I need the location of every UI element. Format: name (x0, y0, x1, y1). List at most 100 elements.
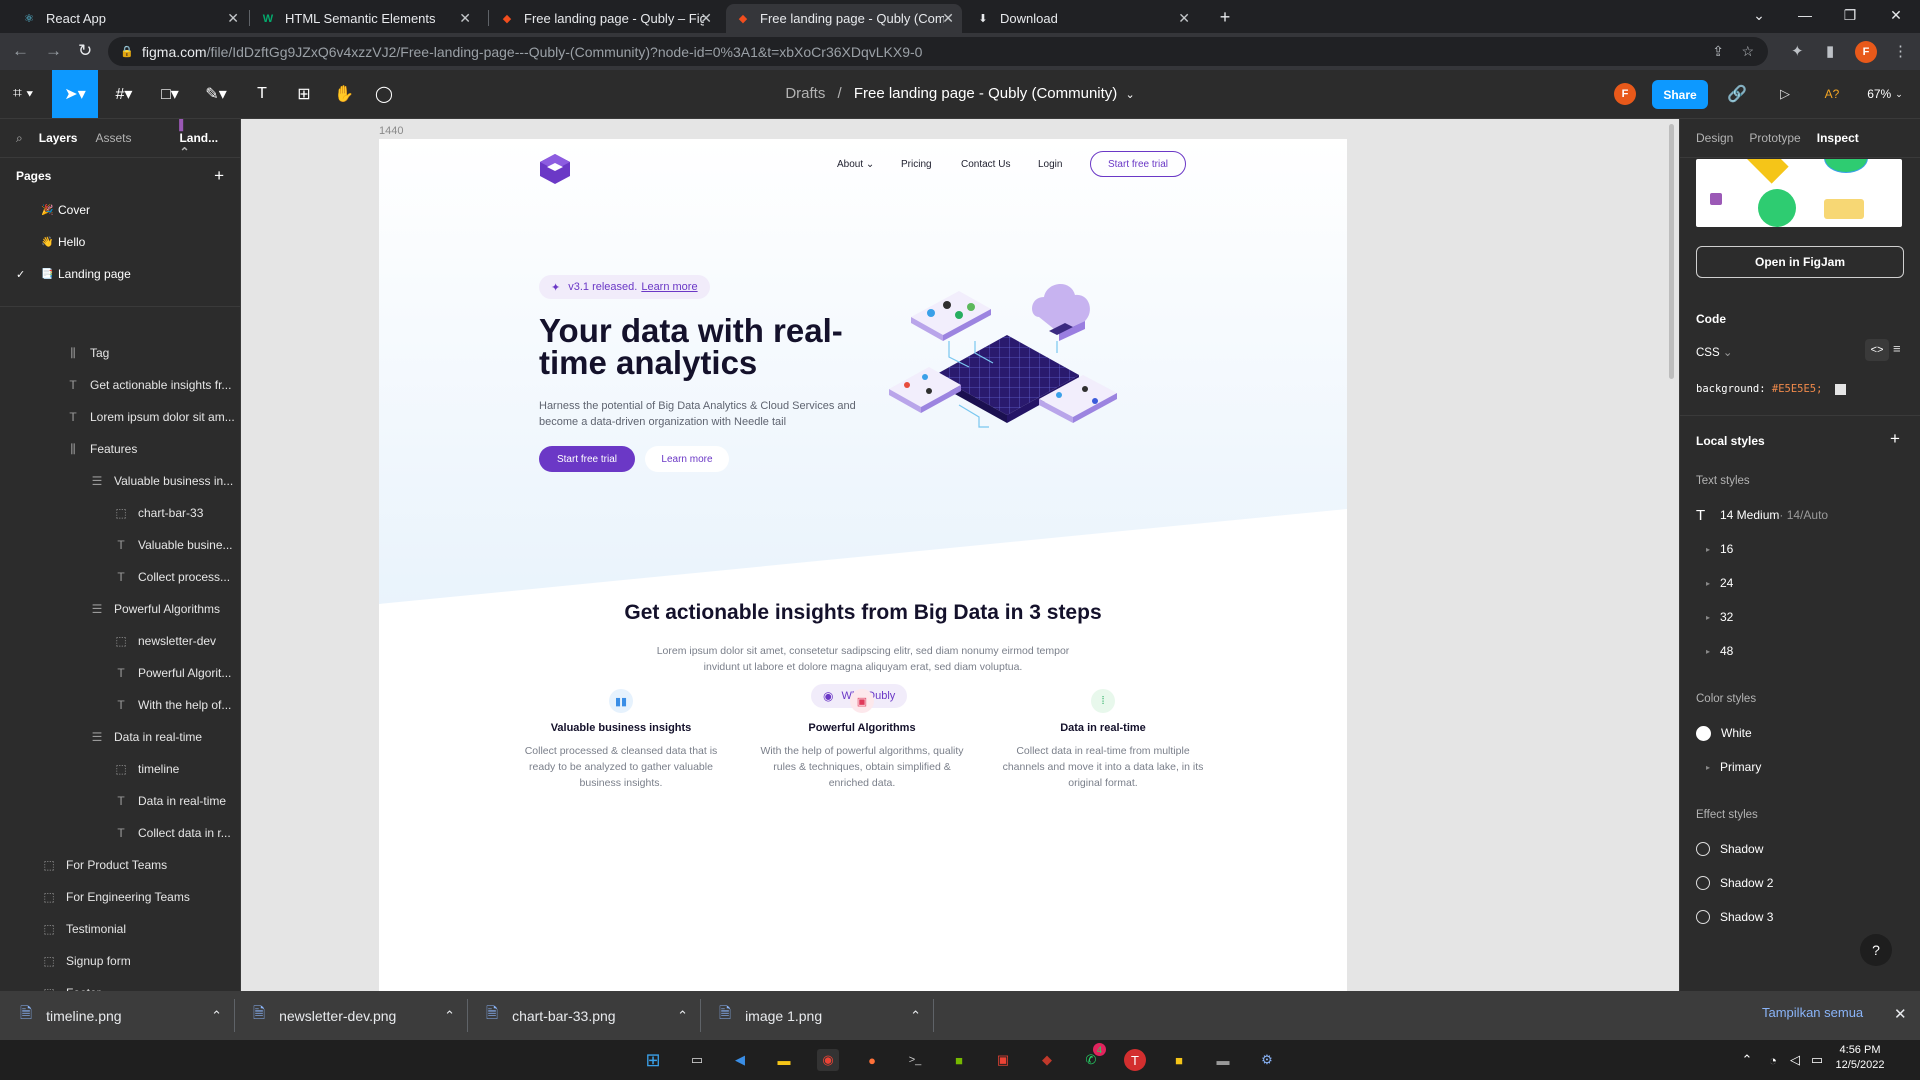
window-close-button[interactable]: ✕ (1874, 0, 1918, 30)
layer-row[interactable]: T Valuable busine... (114, 529, 232, 561)
zoom-menu[interactable]: 67% ⌄ (1860, 70, 1910, 118)
frame-label[interactable]: 1440 (379, 125, 403, 137)
open-in-figjam-button[interactable]: Open in FigJam (1696, 246, 1904, 278)
maximize-button[interactable]: ❐ (1828, 0, 1872, 30)
share-button[interactable]: Share (1652, 80, 1708, 109)
layer-row[interactable]: T With the help of... (114, 689, 231, 721)
nav-about[interactable]: About ⌄ (837, 159, 874, 170)
page-item[interactable]: 🎉 Cover (0, 194, 240, 226)
layer-row[interactable]: ⫼ Tag (66, 337, 109, 369)
layer-row[interactable]: ⫼ Features (66, 433, 137, 465)
url-bar[interactable]: 🔒 figma.com/file/IdDzftGg9JZxQ6v4xzzVJ2/… (108, 37, 1768, 66)
extensions-icon[interactable]: ✦ (1791, 42, 1804, 60)
effect-style-row[interactable]: Shadow (1696, 839, 1904, 859)
browser-tab[interactable]: W HTML Semantic Elements ✕ (251, 4, 479, 33)
layer-row[interactable]: ⬚ newsletter-dev (114, 625, 216, 657)
chevron-down-icon[interactable]: ⌄ (1125, 89, 1134, 101)
search-icon[interactable]: ⌕ (16, 131, 23, 146)
layer-row[interactable]: ⬚ timeline (114, 753, 179, 785)
close-icon[interactable]: ✕ (1178, 10, 1190, 27)
layer-row[interactable]: ⬚ For Engineering Teams (42, 881, 190, 913)
reload-icon[interactable]: ↻ (78, 41, 92, 61)
text-style-group[interactable]: ▸ 24 (1696, 573, 1904, 593)
color-style-primary[interactable]: ▸ Primary (1696, 757, 1904, 777)
tab-inspect[interactable]: Inspect (1817, 131, 1859, 145)
app-icon[interactable]: ◆ (1036, 1049, 1058, 1071)
layer-row[interactable]: ⬚ For Product Teams (42, 849, 167, 881)
chevron-up-icon[interactable]: ⌃ (677, 1008, 688, 1024)
chevron-up-icon[interactable]: ⌃ (910, 1008, 921, 1024)
code-lang-select[interactable]: CSS ⌄ (1696, 345, 1733, 359)
effect-style-row[interactable]: Shadow 2 (1696, 873, 1904, 893)
canvas-scrollbar[interactable] (1669, 124, 1674, 379)
text-style-group[interactable]: ▸ 16 (1696, 539, 1904, 559)
chevron-up-icon[interactable]: ⌃ (211, 1008, 222, 1024)
close-icon[interactable]: ✕ (459, 10, 471, 27)
task-view-icon[interactable]: ▭ (686, 1049, 708, 1071)
layer-row[interactable]: T Collect process... (114, 561, 230, 593)
close-icon[interactable]: ✕ (942, 10, 954, 27)
terminal-icon[interactable]: >_ (904, 1049, 926, 1071)
text-style-group[interactable]: ▸ 32 (1696, 607, 1904, 627)
tab-prototype[interactable]: Prototype (1749, 131, 1800, 145)
page-selector[interactable]: ▍ Land... ⌃ (163, 119, 240, 159)
minimize-button[interactable]: — (1783, 0, 1827, 30)
chrome-icon[interactable]: ◉ (817, 1049, 839, 1071)
file-title[interactable]: Free landing page - Qubly (Community) (854, 85, 1117, 102)
app-icon[interactable]: T (1124, 1049, 1146, 1071)
browser-tab[interactable]: ⬇ Download ✕ (966, 4, 1198, 33)
canvas[interactable]: 1440 About ⌄ Pricing Contact Us Login St… (241, 119, 1679, 991)
new-tab-button[interactable]: + (1203, 2, 1247, 32)
bookmark-star-icon[interactable]: ☆ (1741, 43, 1754, 60)
download-item[interactable]: 🗎 timeline.png ⌃ (12, 991, 232, 1040)
sticky-notes-icon[interactable]: ■ (1168, 1049, 1190, 1071)
present-icon[interactable]: ▷ (1768, 70, 1802, 118)
wifi-icon[interactable]: ◔ (1762, 1049, 1784, 1071)
browser-tab-active[interactable]: ◆ Free landing page - Qubly (Comm ✕ (726, 4, 962, 33)
effect-style-row[interactable]: Shadow 3 (1696, 907, 1904, 927)
hero-learn-more-button[interactable]: Learn more (645, 446, 729, 472)
tray-chevron-icon[interactable]: ⌃ (1736, 1049, 1758, 1071)
download-item[interactable]: 🗎 newsletter-dev.png ⌃ (245, 991, 465, 1040)
browser-tab[interactable]: ⚛ React App ✕ (12, 4, 247, 33)
app-icon[interactable]: ▬ (1212, 1049, 1234, 1071)
collaborator-avatar[interactable]: F (1614, 83, 1636, 105)
layer-row[interactable]: T Collect data in r... (114, 817, 230, 849)
hero-start-trial-button[interactable]: Start free trial (539, 446, 635, 472)
close-icon[interactable]: ✕ (700, 10, 712, 27)
code-view-icon[interactable]: <> (1865, 339, 1889, 361)
color-style-white[interactable]: White (1696, 723, 1904, 743)
layer-row[interactable]: ☰ Data in real-time (90, 721, 202, 753)
tab-search-icon[interactable]: ⌄ (1737, 0, 1781, 30)
whatsapp-icon[interactable]: ✆ 4 (1080, 1043, 1106, 1071)
forward-icon[interactable]: → (45, 41, 62, 61)
firefox-icon[interactable]: ● (861, 1049, 883, 1071)
download-item[interactable]: 🗎 image 1.png ⌃ (711, 991, 931, 1040)
list-view-icon[interactable]: ≡ (1893, 341, 1901, 356)
app-icon[interactable]: ▣ (992, 1049, 1014, 1071)
drafts-link[interactable]: Drafts (785, 85, 825, 102)
back-icon[interactable]: ← (12, 41, 29, 61)
chevron-up-icon[interactable]: ⌃ (444, 1008, 455, 1024)
tab-layers[interactable]: Layers (39, 131, 78, 145)
tab-design[interactable]: Design (1696, 131, 1733, 145)
page-item[interactable]: ✓ 📑 Landing page (0, 258, 240, 290)
layer-row[interactable]: T Data in real-time (114, 785, 226, 817)
share-page-icon[interactable]: ⇪ (1712, 43, 1724, 60)
nav-contact[interactable]: Contact Us (961, 159, 1010, 170)
layer-row[interactable]: ⬚Footer (42, 977, 100, 991)
file-explorer-icon[interactable]: ▬ (773, 1049, 795, 1071)
layer-row[interactable]: T Powerful Algorit... (114, 657, 231, 689)
help-button[interactable]: ? (1860, 934, 1892, 966)
page-item[interactable]: 👋 Hello (0, 226, 240, 258)
browser-tab[interactable]: ◆ Free landing page - Qubly – Figm ✕ (490, 4, 720, 33)
menu-kebab-icon[interactable]: ⋮ (1893, 42, 1908, 60)
windows-start-icon[interactable]: ⊞ (642, 1049, 664, 1071)
layer-row[interactable]: ⬚ Testimonial (42, 913, 126, 945)
nav-pricing[interactable]: Pricing (901, 159, 932, 170)
nav-login[interactable]: Login (1038, 159, 1062, 170)
download-item[interactable]: 🗎 chart-bar-33.png ⌃ (478, 991, 698, 1040)
tab-assets[interactable]: Assets (95, 131, 131, 145)
release-pill[interactable]: ✦ v3.1 released. Learn more (539, 275, 710, 299)
vscode-icon[interactable]: ◀ (729, 1049, 751, 1071)
